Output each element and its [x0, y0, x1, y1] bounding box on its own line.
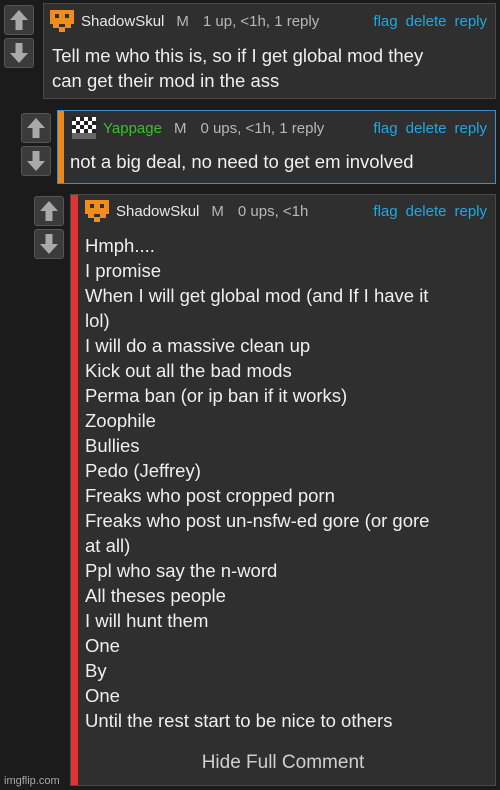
comment-line: Bullies [85, 435, 140, 456]
down-arrow-icon [10, 43, 28, 63]
comment-line: I promise [85, 260, 162, 281]
mod-badge: M [211, 202, 224, 220]
reply-link[interactable]: reply [454, 13, 487, 30]
thread-stripe [58, 111, 64, 183]
hide-full-comment-button[interactable]: Hide Full Comment [71, 752, 495, 774]
watermark: imgflip.com [4, 775, 60, 787]
username[interactable]: Yappage [103, 120, 162, 137]
comment-line: Pedo (Jeffrey) [85, 460, 201, 481]
delete-link[interactable]: delete [406, 13, 447, 30]
downvote-button[interactable] [34, 229, 64, 259]
comment-line: Perma ban (or ip ban if it works) [85, 385, 348, 406]
comment-text: Tell me who this is, so if I get global … [52, 43, 423, 93]
up-arrow-icon [40, 201, 58, 221]
comment-line: One [85, 685, 120, 706]
avatar[interactable] [85, 200, 109, 222]
upvote-button[interactable] [21, 113, 51, 143]
comment-meta: 0 ups, <1h, 1 reply [200, 119, 325, 137]
comment-line: Kick out all the bad mods [85, 360, 292, 381]
comment-line: Zoophile [85, 410, 156, 431]
avatar[interactable] [50, 10, 74, 32]
reply-link[interactable]: reply [454, 203, 487, 220]
comment-box: ShadowSkul M 1 up, <1h, 1 reply flag del… [43, 3, 496, 99]
flag-link[interactable]: flag [373, 120, 397, 137]
upvote-button[interactable] [4, 5, 34, 35]
comment-line: Tell me who this is, so if I get global … [52, 45, 424, 66]
down-arrow-icon [40, 234, 58, 254]
comment-header: ShadowSkul M 0 ups, <1h [85, 200, 308, 222]
avatar[interactable] [72, 117, 96, 139]
comment-header: Yappage M 0 ups, <1h, 1 reply [72, 117, 324, 139]
comment-box: Yappage M 0 ups, <1h, 1 reply flag delet… [57, 110, 496, 184]
mod-badge: M [173, 119, 187, 137]
comment-line: Freaks who post cropped porn [85, 485, 335, 506]
mod-badge: M [176, 12, 189, 30]
comment-line: When I will get global mod (and If I hav… [85, 285, 429, 306]
comment-line: I will hunt them [85, 610, 209, 631]
comment-text: not a big deal, no need to get em involv… [70, 149, 414, 174]
up-arrow-icon [27, 118, 45, 138]
flag-link[interactable]: flag [373, 203, 397, 220]
delete-link[interactable]: delete [406, 120, 447, 137]
comment-line: Hmph.... [85, 235, 155, 256]
comment-meta: 0 ups, <1h [237, 202, 309, 220]
down-arrow-icon [27, 151, 45, 171]
downvote-button[interactable] [4, 38, 34, 68]
comment-line: I will do a massive clean up [85, 335, 311, 356]
vote-controls [34, 196, 64, 259]
comment-line: lol) [85, 310, 110, 331]
comment-text: Hmph.... I promise When I will get globa… [85, 233, 429, 733]
comment-actions: flag delete reply [373, 203, 487, 220]
comment-actions: flag delete reply [373, 13, 487, 30]
thread-stripe [71, 195, 78, 785]
username[interactable]: ShadowSkul [116, 203, 199, 220]
vote-controls [21, 113, 51, 176]
username[interactable]: ShadowSkul [81, 13, 164, 30]
up-arrow-icon [10, 10, 28, 30]
delete-link[interactable]: delete [406, 203, 447, 220]
comment-meta: 1 up, <1h, 1 reply [202, 12, 320, 30]
upvote-button[interactable] [34, 196, 64, 226]
comment-line: Ppl who say the n-word [85, 560, 278, 581]
vote-controls [4, 5, 34, 68]
comment-line: By [85, 660, 107, 681]
downvote-button[interactable] [21, 146, 51, 176]
comment-header: ShadowSkul M 1 up, <1h, 1 reply [50, 10, 319, 32]
comment-actions: flag delete reply [373, 120, 487, 137]
comment-line: not a big deal, no need to get em involv… [70, 151, 414, 172]
comment-box: ShadowSkul M 0 ups, <1h flag delete repl… [70, 194, 496, 786]
comment-line: One [85, 635, 120, 656]
reply-link[interactable]: reply [454, 120, 487, 137]
comment-line: Until the rest start to be nice to other… [85, 710, 393, 731]
flag-link[interactable]: flag [373, 13, 397, 30]
comment-line: at all) [85, 535, 131, 556]
comment-line: can get their mod in the ass [52, 70, 280, 91]
comment-line: Freaks who post un-nsfw-ed gore (or gore [85, 510, 430, 531]
comment-line: All theses people [85, 585, 226, 606]
